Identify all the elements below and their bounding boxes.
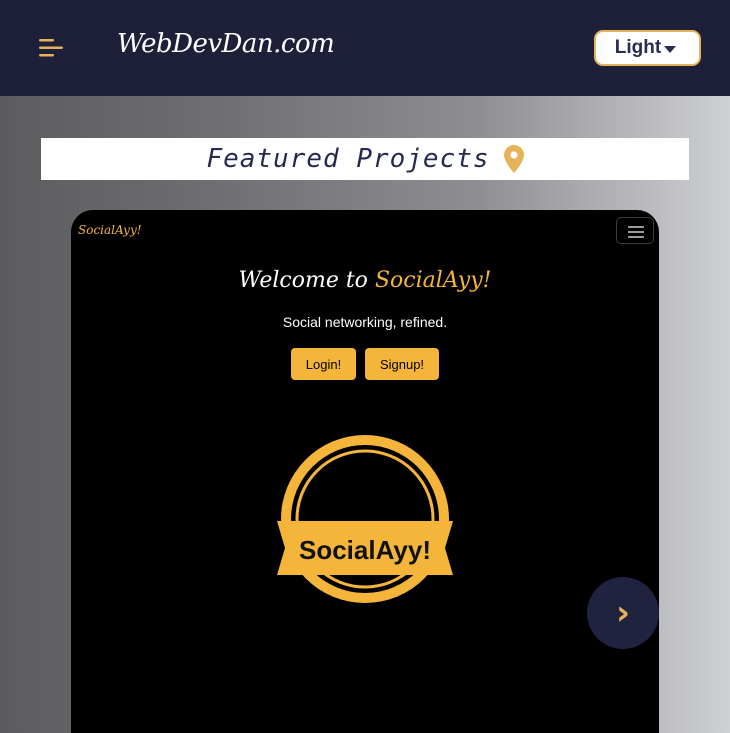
preview-welcome-heading: Welcome to SocialAyy! [71,268,659,293]
featured-projects-header: Featured Projects [41,138,689,180]
preview-login-button: Login! [291,348,356,380]
theme-button-label: Light [614,37,662,58]
project-preview-card[interactable]: SocialAyy! Welcome to SocialAyy! Social … [71,210,659,733]
preview-menu-toggler [616,217,654,244]
welcome-accent: SocialAyy! [374,268,492,293]
socialayy-logo: SocialAyy! [277,435,453,603]
carousel-next-button[interactable]: › [587,577,659,649]
featured-title: Featured Projects [206,144,490,174]
preview-signup-button: Signup! [365,348,439,380]
preview-brand: SocialAyy! [78,223,142,237]
chevron-right-icon: › [615,593,630,633]
welcome-prefix: Welcome to [238,268,375,293]
hamburger-menu-icon[interactable] [39,38,65,58]
preview-tagline: Social networking, refined. [282,314,448,330]
svg-text:SocialAyy!: SocialAyy! [299,535,431,565]
top-navbar: WebDevDan.com Light [0,0,730,96]
caret-down-icon [664,46,677,53]
map-pin-icon [503,145,524,173]
theme-dropdown-button[interactable]: Light [594,30,701,66]
site-brand[interactable]: WebDevDan.com [117,29,335,59]
